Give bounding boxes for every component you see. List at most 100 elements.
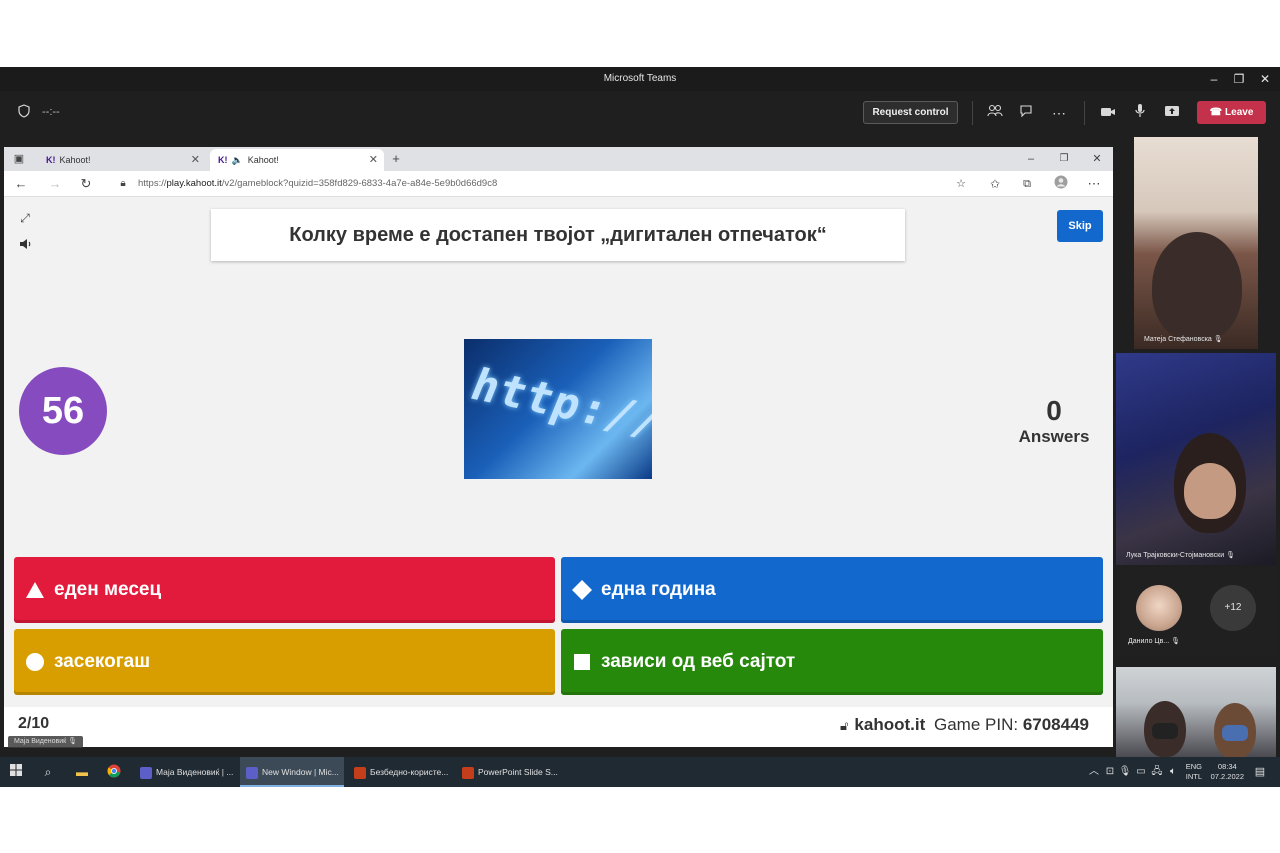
tab-actions-icon[interactable]: ▣ <box>10 150 28 168</box>
forward-icon[interactable]: → <box>46 175 64 193</box>
search-icon[interactable]: ⌕ <box>40 764 56 780</box>
tray-camera-icon[interactable]: ▭ <box>1133 764 1149 780</box>
presenter-name: Маја Виденовиќ <box>14 738 67 745</box>
teams-icon <box>140 766 152 779</box>
more-options-icon[interactable]: ⋯ <box>1049 103 1069 123</box>
mic-muted-icon: 🎙︎ <box>1226 552 1235 559</box>
minimize-icon[interactable]: – <box>1204 70 1224 88</box>
share-screen-icon[interactable] <box>1162 103 1182 123</box>
tab-close-icon[interactable]: ✕ <box>369 149 378 171</box>
phone-hangup-icon: ☎ <box>1209 107 1223 118</box>
maximize-icon[interactable]: ❐ <box>1229 70 1249 88</box>
browser-minimize-icon[interactable]: – <box>1022 150 1040 168</box>
answer-option-circle[interactable]: засекогаш <box>14 629 555 695</box>
chat-icon[interactable] <box>1017 103 1037 123</box>
browser-tab-bar: ▣ K! Kahoot! ✕ K! 🔈 Kahoot! ✕ + – ❐ ✕ <box>4 147 1113 171</box>
window-title: Microsoft Teams <box>603 73 677 84</box>
meeting-toolbar: --:-- Request control ⋯ ☎ Leave <box>0 91 1280 135</box>
tray-mic-icon[interactable]: 🎙︎ <box>1117 764 1133 780</box>
taskbar-app-powerpoint[interactable]: Безбедно-користе... <box>348 757 452 787</box>
file-explorer-icon[interactable]: ▬ <box>74 764 90 780</box>
tray-app-icon[interactable]: ⊡ <box>1102 764 1118 780</box>
refresh-icon[interactable]: ↻ <box>77 175 95 193</box>
triangle-icon <box>16 581 54 599</box>
mic-muted-icon: 🎙︎ <box>1171 638 1180 645</box>
tab-label: Kahoot! <box>247 155 279 165</box>
browser-menu-icon[interactable]: ⋯ <box>1085 175 1103 193</box>
volume-icon[interactable]: 🔈︎ <box>1165 764 1181 780</box>
close-icon[interactable]: ✕ <box>1255 70 1275 88</box>
skip-button[interactable]: Skip <box>1057 210 1103 242</box>
taskbar-app-label: Маја Виденовиќ | ... <box>156 767 234 777</box>
participants-icon[interactable] <box>985 103 1005 123</box>
kahoot-footer: 2/10 🔓︎ kahoot.it Game PIN: 6708449 <box>4 707 1113 747</box>
toolbar-divider <box>1084 101 1085 125</box>
browser-close-icon[interactable]: ✕ <box>1088 150 1106 168</box>
back-icon[interactable]: ← <box>12 175 30 193</box>
answer-label: една година <box>601 579 716 600</box>
input-language[interactable]: ENG INTL <box>1186 762 1202 782</box>
more-participants-count[interactable]: +12 <box>1210 585 1256 631</box>
taskbar-app-label: New Window | Mic... <box>262 767 339 777</box>
powerpoint-icon <box>354 766 366 779</box>
taskbar-app-teams-window[interactable]: New Window | Mic... <box>240 757 344 787</box>
windows-start-icon[interactable] <box>8 764 24 780</box>
kahoot-favicon-icon: K! <box>218 155 228 165</box>
camera-icon[interactable] <box>1098 103 1118 123</box>
answer-label: зависи од веб сајтот <box>601 651 796 672</box>
network-icon[interactable]: 🖧︎ <box>1149 764 1165 780</box>
taskbar-app-powerpoint-slideshow[interactable]: PowerPoint Slide S... <box>456 757 562 787</box>
participant-name: Матеја Стефановска 🎙︎ <box>1144 336 1223 343</box>
profile-icon[interactable] <box>1052 175 1070 193</box>
toolbar-divider <box>972 101 973 125</box>
question-image: http://www <box>464 339 652 479</box>
face-mask <box>1152 723 1178 739</box>
participant-face-skin <box>1184 463 1236 519</box>
answer-label: засекогаш <box>54 651 151 672</box>
url-path: /v2/gameblock?quizid=358fd829-6833-4a7e-… <box>221 178 498 189</box>
answer-option-diamond[interactable]: една година <box>561 557 1103 623</box>
question-title: Колку време е достапен твојот „дигитален… <box>211 209 905 261</box>
tab-label: Kahoot! <box>59 155 91 165</box>
url-prefix: https:// <box>138 178 167 189</box>
request-control-button[interactable]: Request control <box>863 101 958 124</box>
mic-muted-icon: 🎙︎ <box>68 738 78 745</box>
tray-chevron-icon[interactable]: ︿ <box>1086 764 1102 780</box>
participant-name: Данило Цв... 🎙︎ <box>1128 638 1180 645</box>
answers-label: Answers <box>1018 427 1090 446</box>
participant-video-tile[interactable]: Матеја Стефановска 🎙︎ <box>1134 137 1258 349</box>
url-host: play.kahoot.it <box>166 178 222 189</box>
speaker-icon: 🔈 <box>231 155 243 165</box>
avatar[interactable] <box>1136 585 1182 631</box>
tab-close-icon[interactable]: ✕ <box>191 149 200 171</box>
answer-option-triangle[interactable]: еден месец <box>14 557 555 623</box>
new-tab-icon[interactable]: + <box>387 150 405 168</box>
url-field[interactable]: https://play.kahoot.it/v2/gameblock?quiz… <box>138 178 497 189</box>
add-favorite-icon[interactable]: ☆ <box>952 175 970 193</box>
participant-video-tile[interactable] <box>1116 667 1276 757</box>
lock-icon: 🔒︎ <box>120 178 126 189</box>
image-url-text: http://www <box>464 359 652 466</box>
answer-option-square[interactable]: зависи од веб сајтот <box>561 629 1103 695</box>
system-clock[interactable]: 08:34 07.2.2022 <box>1211 762 1244 782</box>
fullscreen-icon[interactable]: ⤢ <box>16 209 34 227</box>
sound-icon[interactable] <box>16 237 34 255</box>
chrome-icon[interactable] <box>106 764 122 780</box>
participant-video-tile[interactable]: Лука Трајковски-Стојмановски 🎙︎ <box>1116 353 1276 565</box>
meeting-timer: --:-- <box>42 106 60 118</box>
browser-restore-icon[interactable]: ❐ <box>1055 150 1073 168</box>
microphone-icon[interactable] <box>1130 103 1150 123</box>
browser-tab[interactable]: K! Kahoot! ✕ <box>38 149 206 171</box>
shared-browser-window: ▣ K! Kahoot! ✕ K! 🔈 Kahoot! ✕ + – ❐ ✕ ← → ↻… <box>4 147 1113 747</box>
favorites-icon[interactable]: ✩ <box>986 175 1004 193</box>
leave-button[interactable]: ☎ Leave <box>1197 101 1266 124</box>
taskbar-app-teams[interactable]: Маја Виденовиќ | ... <box>134 757 236 787</box>
game-pin-label: Game PIN: <box>933 715 1019 734</box>
presenter-name-tag: Маја Виденовиќ 🎙︎ <box>8 736 84 748</box>
lang-code: ENG <box>1185 762 1202 771</box>
browser-tab-active[interactable]: K! 🔈 Kahoot! ✕ <box>210 149 384 171</box>
collections-icon[interactable]: ⧉ <box>1018 175 1036 193</box>
notifications-icon[interactable]: ▤ <box>1252 764 1268 780</box>
lang-layout: INTL <box>1185 772 1202 781</box>
participant-overflow-tile[interactable]: +12 Данило Цв... 🎙︎ <box>1116 567 1276 657</box>
